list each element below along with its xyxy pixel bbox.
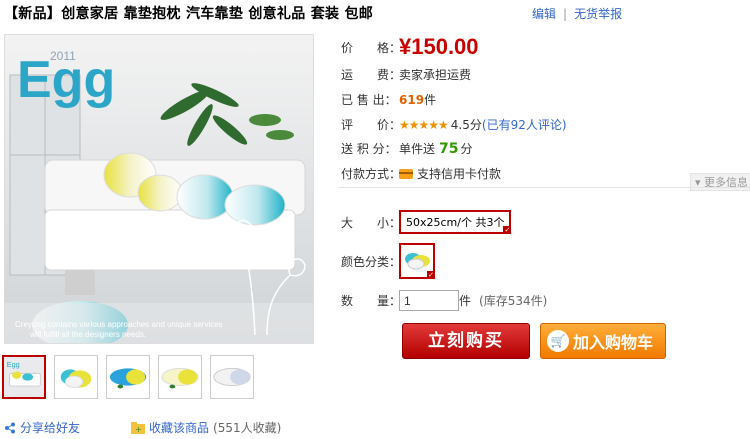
caption-line-2: will fulfill all the designers needs. bbox=[29, 330, 146, 339]
stock-count: (库存534件) bbox=[479, 294, 548, 308]
thumbnail-2-image bbox=[55, 356, 97, 398]
svg-text:Egg: Egg bbox=[7, 360, 20, 369]
check-icon: ✓ bbox=[503, 226, 512, 234]
payment-value: 支持信用卡付款 bbox=[417, 167, 502, 181]
sold-row: 已 售 出： 619 件 bbox=[341, 91, 436, 108]
payment-label: 付款方式： bbox=[341, 167, 402, 181]
folder-star-icon: + bbox=[131, 421, 145, 434]
size-label: 大 小： bbox=[341, 215, 402, 230]
thumbnail-2[interactable] bbox=[54, 355, 98, 399]
product-photo: 2011 Egg Creyong contains various approa… bbox=[5, 35, 313, 343]
thumbnail-3-image bbox=[107, 356, 149, 398]
favorite-count: (551人收藏) bbox=[213, 421, 282, 435]
edit-link[interactable]: 编辑 bbox=[532, 7, 556, 21]
quantity-label: 数 量： bbox=[341, 294, 402, 308]
thumbnail-4[interactable] bbox=[158, 355, 202, 399]
size-row: 大 小： 50x25cm/个 共3个 ✓ bbox=[341, 210, 512, 234]
thumbnail-4-image bbox=[159, 356, 201, 398]
more-info-button[interactable]: ▾ 更多信息 bbox=[690, 173, 750, 191]
size-option-label: 50x25cm/个 共3个 bbox=[406, 216, 505, 229]
price-label: 价 格： bbox=[341, 40, 402, 55]
sold-label: 已 售 出： bbox=[341, 93, 397, 107]
points-label: 送 积 分： bbox=[341, 142, 397, 156]
share-to-friend[interactable]: 分享给好友 bbox=[4, 419, 80, 436]
reviews-link[interactable]: (已有92人评论) bbox=[482, 116, 567, 133]
add-to-cart-label: 加入购物车 bbox=[573, 333, 654, 352]
share-link[interactable]: 分享给好友 bbox=[20, 419, 80, 436]
cart-icon: 🛒 bbox=[547, 330, 569, 352]
points-row: 送 积 分： 单件送 75 分 bbox=[341, 140, 473, 157]
credit-card-icon bbox=[399, 168, 413, 179]
quantity-unit: 件 bbox=[459, 294, 472, 308]
share-icon bbox=[5, 422, 15, 433]
check-icon: ✓ bbox=[427, 271, 435, 279]
product-title: 【新品】创意家居 靠垫抱枕 汽车靠垫 创意礼品 套装 包邮 bbox=[4, 6, 374, 22]
rating-row: 评 价： ★★★★★ 4.5分 (已有92人评论) bbox=[341, 116, 567, 133]
caption-line-1: Creyong contains various approaches and … bbox=[15, 320, 223, 329]
rating-label: 评 价： bbox=[341, 118, 402, 132]
points-value: 75 bbox=[439, 140, 459, 157]
add-to-cart-button[interactable]: 🛒 加入购物车 bbox=[540, 323, 666, 359]
divider bbox=[338, 187, 750, 188]
points-unit: 分 bbox=[460, 142, 473, 156]
thumbnail-5[interactable] bbox=[210, 355, 254, 399]
svg-text:+: + bbox=[135, 425, 142, 434]
top-links: 编辑 | 无货举报 bbox=[532, 5, 622, 22]
brand-text: Egg bbox=[17, 51, 115, 109]
thumbnail-3[interactable] bbox=[106, 355, 150, 399]
sold-unit: 件 bbox=[424, 93, 437, 107]
main-product-image[interactable]: 2011 Egg Creyong contains various approa… bbox=[4, 34, 314, 344]
shipping-label: 运 费： bbox=[341, 68, 402, 82]
rating-score: 4.5分 bbox=[450, 118, 482, 132]
points-prefix: 单件送 bbox=[399, 142, 436, 156]
size-option-selected[interactable]: 50x25cm/个 共3个 ✓ bbox=[399, 210, 512, 234]
price-row: 价 格： ¥150.00 bbox=[341, 34, 479, 60]
shipping-value: 卖家承担运费 bbox=[399, 68, 472, 82]
buy-now-button[interactable]: 立刻购买 bbox=[402, 323, 530, 359]
sold-count: 619 bbox=[399, 92, 425, 107]
color-label: 颜色分类： bbox=[341, 254, 402, 269]
payment-row: 付款方式： 支持信用卡付款 bbox=[341, 165, 501, 182]
thumbnail-5-image bbox=[211, 356, 253, 398]
price-value: ¥150.00 bbox=[399, 34, 479, 59]
report-out-of-stock-link[interactable]: 无货举报 bbox=[574, 7, 622, 21]
thumbnail-strip: Egg bbox=[2, 355, 262, 399]
quantity-row: 数 量： 件 (库存534件) bbox=[341, 290, 547, 311]
thumbnail-1[interactable]: Egg bbox=[2, 355, 46, 399]
quantity-input[interactable] bbox=[399, 290, 459, 311]
rating-stars-icon: ★★★★★ bbox=[399, 117, 449, 132]
color-option-selected[interactable]: ✓ bbox=[399, 243, 435, 279]
color-row: 颜色分类： ✓ bbox=[341, 243, 435, 279]
favorite-link[interactable]: 收藏该商品 bbox=[149, 419, 209, 436]
favorite-item[interactable]: + 收藏该商品 (551人收藏) bbox=[131, 419, 281, 436]
thumbnail-1-image: Egg bbox=[4, 357, 44, 397]
separator: | bbox=[563, 7, 568, 21]
shipping-row: 运 费： 卖家承担运费 bbox=[341, 66, 471, 83]
